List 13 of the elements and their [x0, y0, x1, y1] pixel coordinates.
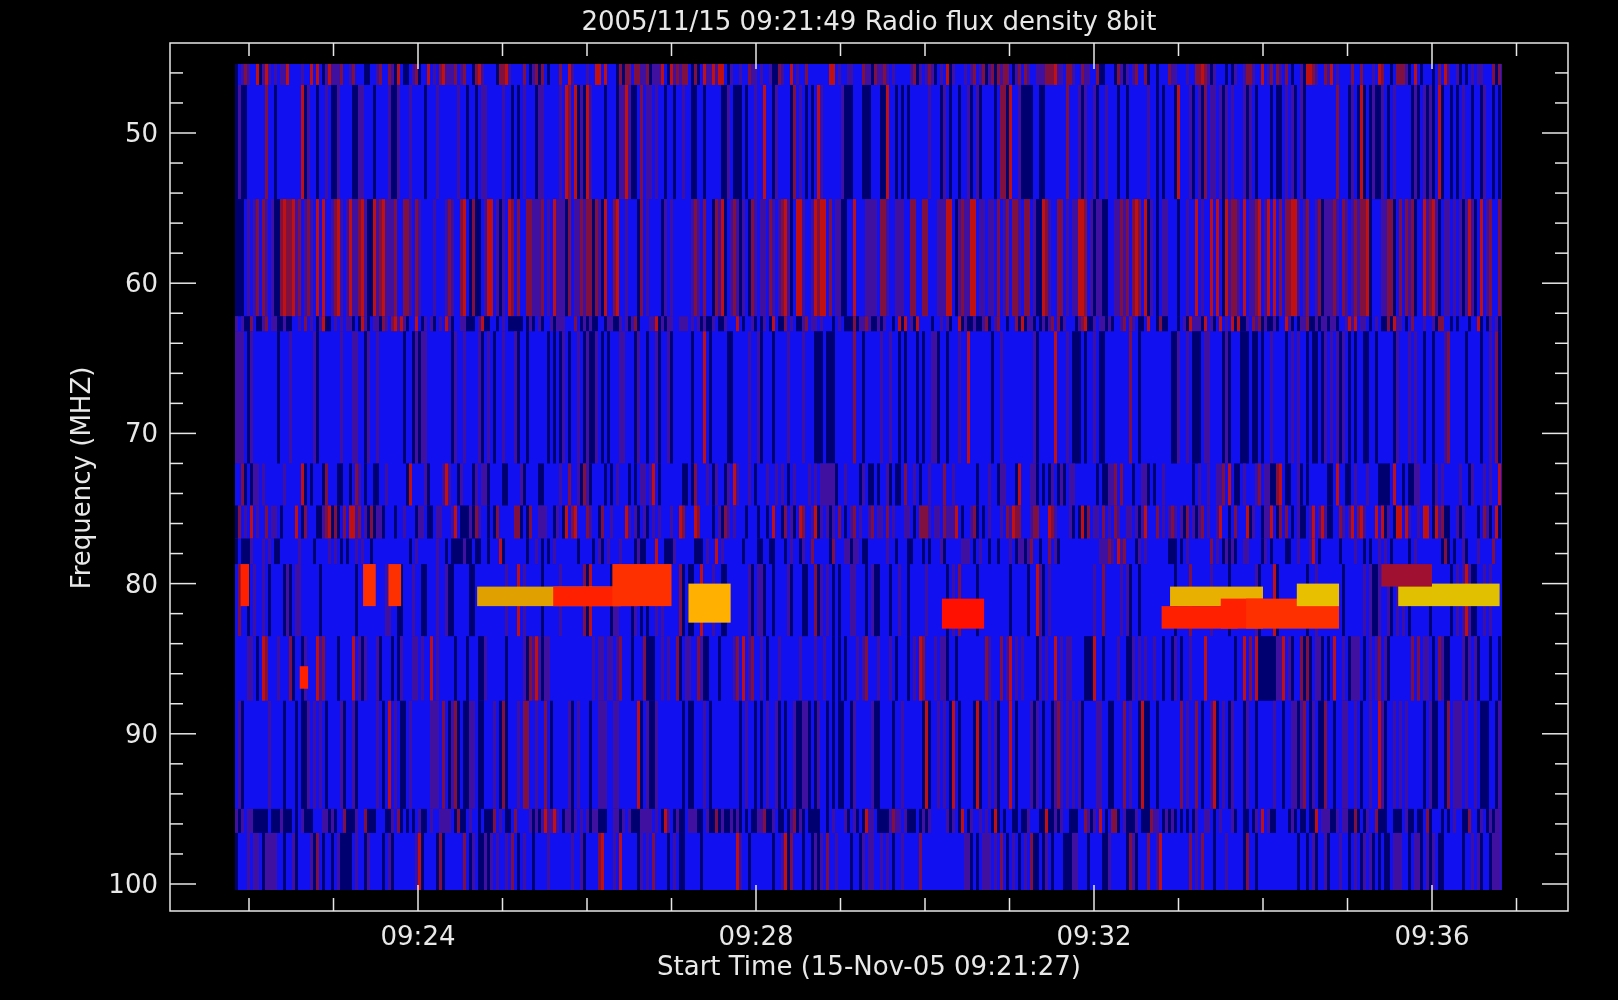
y-axis-label: Frequency (MHZ)	[66, 366, 96, 590]
y-tick-label: 70	[124, 418, 158, 449]
y-tick-label: 50	[124, 118, 158, 148]
x-tick-label: 09:32	[1056, 921, 1132, 951]
y-tick-label: 60	[124, 268, 158, 299]
y-tick-label: 100	[108, 869, 158, 899]
x-tick-label: 09:36	[1394, 921, 1470, 951]
x-tick-label: 09:28	[718, 921, 794, 951]
y-tick-label: 90	[124, 718, 158, 749]
x-tick-label: 09:24	[380, 921, 456, 951]
y-tick-label: 80	[124, 568, 158, 599]
x-axis-label: Start Time (15-Nov-05 09:21:27)	[657, 951, 1081, 981]
chart-title: 2005/11/15 09:21:49 Radio flux density 8bit	[581, 6, 1157, 36]
